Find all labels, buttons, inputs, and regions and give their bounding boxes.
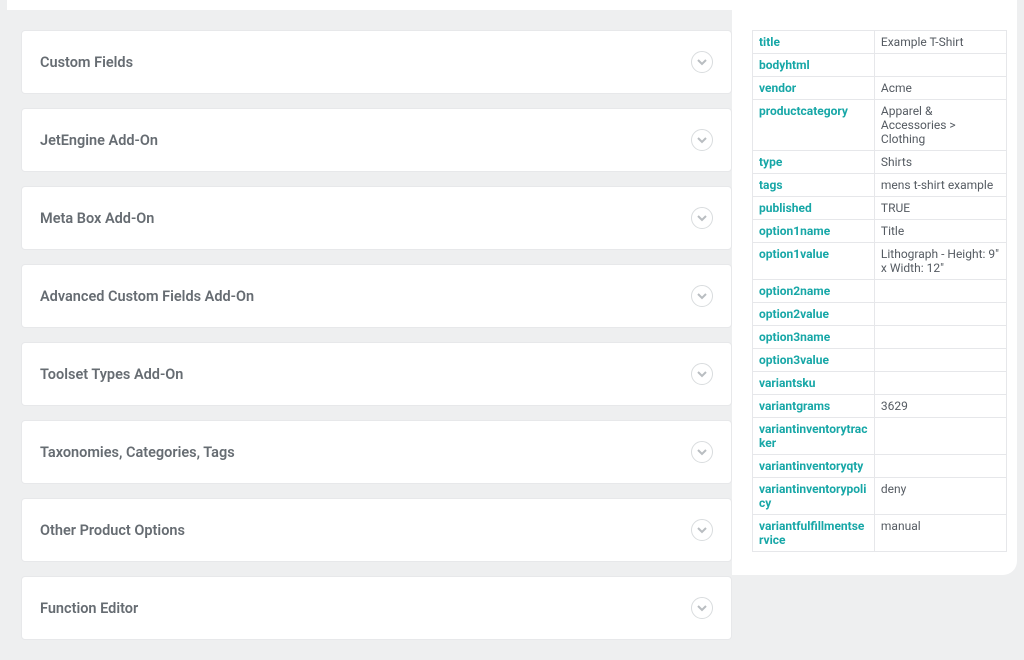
preview-key: option2name <box>753 280 875 303</box>
chevron-down-icon <box>691 597 713 619</box>
preview-key: productcategory <box>753 100 875 151</box>
table-row: variantinventorytracker <box>753 418 1007 455</box>
table-row: option1name Title <box>753 220 1007 243</box>
preview-key: vendor <box>753 77 875 100</box>
preview-key: option1name <box>753 220 875 243</box>
accordion-taxonomies[interactable]: Taxonomies, Categories, Tags <box>21 420 732 484</box>
preview-key: option3value <box>753 349 875 372</box>
preview-value <box>874 280 1006 303</box>
table-row: variantgrams 3629 <box>753 395 1007 418</box>
accordion-toolset-types[interactable]: Toolset Types Add-On <box>21 342 732 406</box>
preview-value: Lithograph - Height: 9" x Width: 12" <box>874 243 1006 280</box>
accordion-title: JetEngine Add-On <box>40 132 158 149</box>
preview-value: TRUE <box>874 197 1006 220</box>
table-row: title Example T-Shirt <box>753 31 1007 54</box>
accordion-column: Custom Fields JetEngine Add-On Meta Box … <box>7 10 732 660</box>
preview-key: variantinventorytracker <box>753 418 875 455</box>
accordion-title: Toolset Types Add-On <box>40 366 183 383</box>
table-row: bodyhtml <box>753 54 1007 77</box>
preview-key: option2value <box>753 303 875 326</box>
accordion-jetengine[interactable]: JetEngine Add-On <box>21 108 732 172</box>
table-row: variantfulfillmentservice manual <box>753 515 1007 552</box>
accordion-title: Meta Box Add-On <box>40 210 154 227</box>
accordion-list: Custom Fields JetEngine Add-On Meta Box … <box>21 30 732 640</box>
preview-value: Apparel & Accessories > Clothing <box>874 100 1006 151</box>
preview-key: tags <box>753 174 875 197</box>
accordion-function-editor[interactable]: Function Editor <box>21 576 732 640</box>
preview-key: variantinventorypolicy <box>753 478 875 515</box>
preview-value <box>874 54 1006 77</box>
chevron-down-icon <box>691 519 713 541</box>
preview-key: variantsku <box>753 372 875 395</box>
accordion-acf[interactable]: Advanced Custom Fields Add-On <box>21 264 732 328</box>
preview-key: bodyhtml <box>753 54 875 77</box>
accordion-custom-fields[interactable]: Custom Fields <box>21 30 732 94</box>
table-row: option2name <box>753 280 1007 303</box>
accordion-title: Other Product Options <box>40 522 185 539</box>
accordion-meta-box[interactable]: Meta Box Add-On <box>21 186 732 250</box>
preview-value: Acme <box>874 77 1006 100</box>
preview-key: title <box>753 31 875 54</box>
preview-key: published <box>753 197 875 220</box>
preview-column: title Example T-Shirt bodyhtml vendor Ac… <box>752 10 1017 572</box>
chevron-down-icon <box>691 285 713 307</box>
preview-value <box>874 326 1006 349</box>
table-row: variantinventoryqty <box>753 455 1007 478</box>
preview-key: variantfulfillmentservice <box>753 515 875 552</box>
table-row: vendor Acme <box>753 77 1007 100</box>
accordion-other-product-options[interactable]: Other Product Options <box>21 498 732 562</box>
chevron-down-icon <box>691 129 713 151</box>
chevron-down-icon <box>691 207 713 229</box>
preview-value <box>874 418 1006 455</box>
preview-key: variantgrams <box>753 395 875 418</box>
preview-value <box>874 349 1006 372</box>
table-row: variantsku <box>753 372 1007 395</box>
preview-value: Shirts <box>874 151 1006 174</box>
table-row: option3name <box>753 326 1007 349</box>
preview-key: option1value <box>753 243 875 280</box>
preview-table: title Example T-Shirt bodyhtml vendor Ac… <box>752 30 1007 552</box>
table-row: tags mens t-shirt example <box>753 174 1007 197</box>
chevron-down-icon <box>691 363 713 385</box>
preview-value: Example T-Shirt <box>874 31 1006 54</box>
preview-key: type <box>753 151 875 174</box>
table-row: variantinventorypolicy deny <box>753 478 1007 515</box>
chevron-down-icon <box>691 441 713 463</box>
preview-value: mens t-shirt example <box>874 174 1006 197</box>
accordion-title: Advanced Custom Fields Add-On <box>40 288 254 305</box>
preview-key: option3name <box>753 326 875 349</box>
table-row: type Shirts <box>753 151 1007 174</box>
preview-value <box>874 303 1006 326</box>
preview-value <box>874 455 1006 478</box>
preview-value: Title <box>874 220 1006 243</box>
table-row: productcategory Apparel & Accessories > … <box>753 100 1007 151</box>
preview-value: deny <box>874 478 1006 515</box>
table-row: option2value <box>753 303 1007 326</box>
accordion-title: Custom Fields <box>40 54 133 71</box>
preview-value: manual <box>874 515 1006 552</box>
page-container: Custom Fields JetEngine Add-On Meta Box … <box>7 0 1017 575</box>
accordion-title: Taxonomies, Categories, Tags <box>40 444 235 461</box>
preview-value <box>874 372 1006 395</box>
preview-key: variantinventoryqty <box>753 455 875 478</box>
table-row: option3value <box>753 349 1007 372</box>
chevron-down-icon <box>691 51 713 73</box>
table-row: published TRUE <box>753 197 1007 220</box>
preview-value: 3629 <box>874 395 1006 418</box>
table-row: option1value Lithograph - Height: 9" x W… <box>753 243 1007 280</box>
